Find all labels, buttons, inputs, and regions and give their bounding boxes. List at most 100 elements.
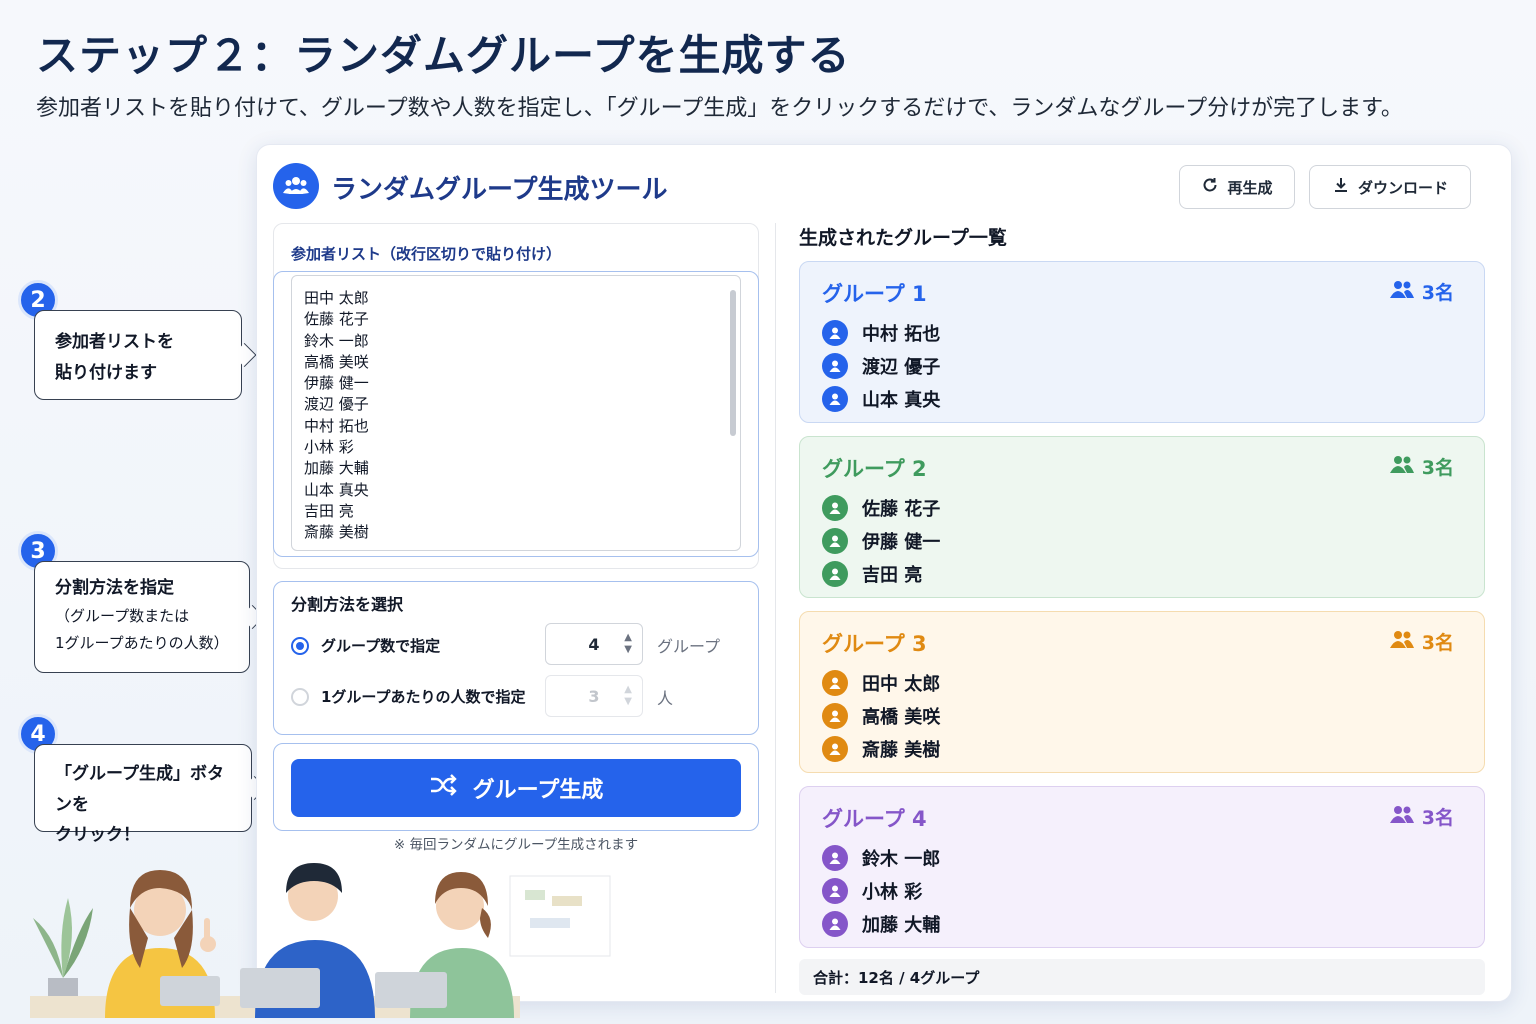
step-3-text-line3: 1グループあたりの人数） [55, 633, 229, 652]
group-member: 中村 拓也 [822, 320, 940, 346]
group-card-1: グループ 1 3名中村 拓也渡辺 優子山本 真央 [799, 261, 1485, 423]
user-icon [822, 845, 848, 871]
generate-label: グループ生成 [472, 778, 604, 803]
group-card-4: グループ 4 3名鈴木 一郎小林 彩加藤 大輔 [799, 786, 1485, 948]
group-count-label: 3名 [1421, 457, 1454, 479]
column-divider [775, 223, 776, 993]
user-icon [822, 561, 848, 587]
step-2-text-line1: 参加者リストを [55, 332, 174, 352]
option-people-per-group[interactable]: 1グループあたりの人数で指定 [291, 686, 526, 707]
user-icon [822, 670, 848, 696]
group-count-label: 3名 [1421, 807, 1454, 829]
group-member-count: 3名 [1389, 278, 1454, 305]
member-name: 田中 太郎 [862, 674, 941, 695]
step-2-callout: 参加者リストを 貼り付けます [34, 310, 242, 400]
group-member-count: 3名 [1389, 453, 1454, 480]
user-icon [822, 528, 848, 554]
people-per-group-value: 3 [588, 686, 600, 706]
group-member: 吉田 亮 [822, 561, 922, 587]
member-name: 渡辺 優子 [862, 357, 941, 378]
member-name: 高橋 美咲 [862, 707, 941, 728]
member-name: 鈴木 一郎 [862, 849, 941, 870]
step-2-text-line2: 貼り付けます [55, 362, 157, 383]
stepper-arrows-icon[interactable]: ▲ ▼ [624, 684, 632, 708]
participant-line: 渡辺 優子 [304, 395, 369, 414]
user-icon [822, 353, 848, 379]
group-member: 鈴木 一郎 [822, 845, 940, 871]
regenerate-label: 再生成 [1227, 178, 1273, 197]
participant-line: 加藤 大輔 [304, 459, 369, 478]
people-icon [1389, 629, 1414, 654]
step-4-callout: 「グループ生成」ボタンを クリック！ [34, 744, 252, 845]
user-icon [822, 386, 848, 412]
regenerate-button[interactable]: 再生成 [1179, 165, 1295, 209]
group-card-3: グループ 3 3名田中 太郎高橋 美咲斎藤 美樹 [799, 611, 1485, 773]
step-3-callout: 分割方法を指定 （グループ数または 1グループあたりの人数） [34, 561, 250, 673]
option-people-label: 1グループあたりの人数で指定 [321, 688, 526, 706]
group-name: グループ 4 [822, 807, 927, 831]
member-name: 佐藤 花子 [862, 499, 941, 520]
groups-heading: 生成されたグループ一覧 [799, 227, 1007, 249]
member-name: 中村 拓也 [862, 324, 941, 345]
participant-line: 山本 真央 [304, 480, 369, 499]
participant-line: 小林 彩 [304, 438, 354, 457]
participant-line: 田中 太郎 [304, 289, 369, 307]
group-count-stepper[interactable]: 4 ▲ ▼ [545, 623, 643, 665]
shuffle-icon [429, 774, 457, 802]
option-group-count[interactable]: グループ数で指定 [291, 635, 440, 656]
group-name: グループ 3 [822, 632, 927, 656]
member-name: 伊藤 健一 [862, 532, 941, 553]
participant-line: 佐藤 花子 [304, 310, 369, 329]
step-4-text-line2: クリック！ [55, 825, 140, 846]
group-member: 山本 真央 [822, 386, 940, 412]
member-name: 吉田 亮 [862, 565, 923, 586]
participant-line: 高橋 美咲 [304, 352, 369, 371]
participant-line: 吉田 亮 [304, 501, 354, 520]
user-icon [822, 911, 848, 937]
textarea-scrollbar[interactable] [730, 290, 736, 436]
participant-line: 伊藤 健一 [304, 374, 369, 393]
people-logo-icon [273, 163, 319, 209]
radio-group-count[interactable] [291, 636, 309, 655]
group-member: 伊藤 健一 [822, 528, 940, 554]
app-title: ランダムグループ生成ツール [331, 175, 668, 205]
participant-line: 斎藤 美樹 [304, 523, 369, 542]
group-name: グループ 1 [822, 282, 927, 306]
participant-list-textarea[interactable]: 田中 太郎 佐藤 花子 鈴木 一郎 高橋 美咲 伊藤 健一 渡辺 優子 中村 拓也 小林 彩加… [291, 275, 741, 551]
member-name: 小林 彩 [862, 882, 923, 903]
radio-people-per-group[interactable] [291, 687, 309, 706]
group-count-label: 3名 [1421, 632, 1454, 654]
people-icon [1389, 454, 1414, 479]
split-method-title: 分割方法を選択 [291, 595, 404, 614]
step-3-text-line1: 分割方法を指定 [55, 578, 174, 598]
group-count-unit: グループ [657, 637, 721, 656]
group-count-value: 4 [588, 634, 600, 654]
step-4-text-line1: 「グループ生成」ボタンを [55, 764, 224, 815]
group-member: 佐藤 花子 [822, 495, 940, 521]
member-name: 加藤 大輔 [862, 915, 941, 936]
people-per-group-unit: 人 [657, 689, 674, 708]
group-member: 小林 彩 [822, 878, 922, 904]
group-member-count: 3名 [1389, 628, 1454, 655]
stepper-arrows-icon[interactable]: ▲ ▼ [624, 632, 632, 656]
group-member: 渡辺 優子 [822, 353, 940, 379]
member-name: 山本 真央 [862, 390, 941, 411]
download-button[interactable]: ダウンロード [1309, 165, 1471, 209]
user-icon [822, 320, 848, 346]
people-icon [1389, 279, 1414, 304]
people-per-group-stepper[interactable]: 3 ▲ ▼ [545, 675, 643, 717]
group-member: 加藤 大輔 [822, 911, 940, 937]
participant-line: 中村 拓也 [304, 416, 369, 435]
user-icon [822, 703, 848, 729]
refresh-icon [1201, 176, 1219, 198]
group-member: 田中 太郎 [822, 670, 940, 696]
participant-list-label: 参加者リスト（改行区切りで貼り付け） [291, 245, 562, 263]
people-icon [1389, 804, 1414, 829]
page-subtitle: 参加者リストを貼り付けて、グループ数や人数を指定し、「グループ生成」をクリックす… [36, 96, 1403, 121]
user-icon [822, 495, 848, 521]
member-name: 斎藤 美樹 [862, 740, 941, 761]
generate-group-button[interactable]: グループ生成 [291, 759, 741, 817]
option-group-count-label: グループ数で指定 [321, 637, 441, 655]
group-name: グループ 2 [822, 457, 927, 481]
group-member: 高橋 美咲 [822, 703, 940, 729]
